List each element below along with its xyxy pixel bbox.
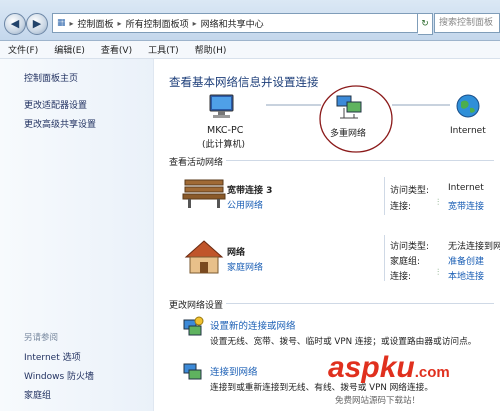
sidebar-link-internet-options[interactable]: Internet 选项 xyxy=(24,350,81,363)
menu-edit[interactable]: 编辑(E) xyxy=(54,43,85,56)
chevron-right-icon: ▸ xyxy=(192,18,197,28)
network-2-access-label: 访问类型: xyxy=(390,242,430,252)
vertical-divider xyxy=(384,177,385,215)
network-1-conn-link[interactable]: 宽带连接 xyxy=(448,199,484,212)
change-settings-title: 更改网络设置 xyxy=(169,301,224,311)
sidebar-link-sharing-settings[interactable]: 更改高级共享设置 xyxy=(24,117,96,130)
vertical-divider xyxy=(384,235,385,281)
computer-name: MKC-PC xyxy=(207,125,244,136)
menu-view[interactable]: 查看(V) xyxy=(101,43,132,56)
see-also-title: 另请参阅 xyxy=(24,333,59,343)
network-2-conn-link[interactable]: 本地连接 xyxy=(448,269,484,282)
map-connector xyxy=(266,104,321,106)
breadcrumb-item[interactable]: 控制面板 xyxy=(78,17,114,30)
menu-tools[interactable]: 工具(T) xyxy=(148,43,179,56)
network-2-access-value: 无法连接到网 xyxy=(448,242,500,252)
network-1-access-value: Internet xyxy=(448,183,484,193)
main-content: 查看基本网络信息并设置连接 MKC-PC (此计算机) 多重网络 Interne… xyxy=(154,59,500,411)
section-divider xyxy=(226,303,494,304)
network-2-home-link[interactable]: 准备创建 xyxy=(448,254,484,267)
highlight-circle xyxy=(319,85,393,153)
sidebar: 控制面板主页 更改适配器设置 更改高级共享设置 另请参阅 Internet 选项… xyxy=(0,59,154,411)
bench-icon xyxy=(182,179,226,208)
task-setup-connection-link[interactable]: 设置新的连接或网络 xyxy=(210,318,296,332)
watermark-brand: aspku xyxy=(328,351,415,384)
task-setup-connection-desc: 设置无线、宽带、拨号、临时或 VPN 连接；或设置路由器或访问点。 xyxy=(210,337,477,347)
page-title: 查看基本网络信息并设置连接 xyxy=(169,75,319,89)
breadcrumb-item[interactable]: 网络和共享中心 xyxy=(201,17,264,30)
watermark-suffix: .com xyxy=(414,364,450,381)
chevron-right-icon: ▸ xyxy=(69,18,74,28)
chevron-right-icon: ▸ xyxy=(117,18,122,28)
connect-network-icon xyxy=(183,363,202,380)
back-button[interactable]: ◀ xyxy=(4,13,26,35)
network-2-home-label: 家庭组: xyxy=(390,257,421,267)
sidebar-link-adapter-settings[interactable]: 更改适配器设置 xyxy=(24,98,87,111)
task-connect-network-link[interactable]: 连接到网络 xyxy=(210,364,258,378)
map-connector xyxy=(392,104,450,106)
network-2-name: 网络 xyxy=(227,248,246,258)
globe-icon xyxy=(456,94,480,118)
menu-bar: 文件(F) 编辑(E) 查看(V) 工具(T) 帮助(H) xyxy=(0,41,500,59)
watermark-logo: aspku.com xyxy=(328,351,450,385)
network-1-name: 宽带连接 3 xyxy=(227,186,273,196)
network-1-type-link[interactable]: 公用网络 xyxy=(227,198,263,211)
sidebar-link-homegroup[interactable]: 家庭组 xyxy=(24,388,51,401)
sidebar-link-windows-firewall[interactable]: Windows 防火墙 xyxy=(24,369,94,382)
menu-help[interactable]: 帮助(H) xyxy=(195,43,227,56)
forward-button[interactable]: ▶ xyxy=(26,13,48,35)
address-bar[interactable]: ▦ ▸ 控制面板 ▸ 所有控制面板项 ▸ 网络和共享中心 xyxy=(52,13,418,33)
map-internet: Internet xyxy=(450,126,486,136)
computer-icon xyxy=(209,94,234,118)
sidebar-link-control-panel-home[interactable]: 控制面板主页 xyxy=(24,71,78,84)
refresh-icon[interactable]: ↻ xyxy=(418,13,433,35)
network-1-access-label: 访问类型: xyxy=(390,186,430,196)
section-divider xyxy=(226,160,494,161)
house-icon xyxy=(184,240,224,274)
watermark-tagline: 免费网站源码下载站！ xyxy=(335,396,421,406)
network-adapter-icon: ⫶ xyxy=(437,198,440,208)
search-input[interactable]: 搜索控制面板 xyxy=(434,13,500,33)
new-connection-icon xyxy=(183,316,204,336)
network-2-conn-label: 连接: xyxy=(390,272,412,282)
network-adapter-icon: ⫶ xyxy=(437,268,440,278)
active-networks-title: 查看活动网络 xyxy=(169,158,224,168)
computer-sub: (此计算机) xyxy=(202,140,246,150)
control-panel-icon: ▦ xyxy=(57,18,66,28)
network-2-type-link[interactable]: 家庭网络 xyxy=(227,260,263,273)
menu-file[interactable]: 文件(F) xyxy=(8,43,38,56)
breadcrumb-item[interactable]: 所有控制面板项 xyxy=(126,17,189,30)
network-1-conn-label: 连接: xyxy=(390,202,412,212)
